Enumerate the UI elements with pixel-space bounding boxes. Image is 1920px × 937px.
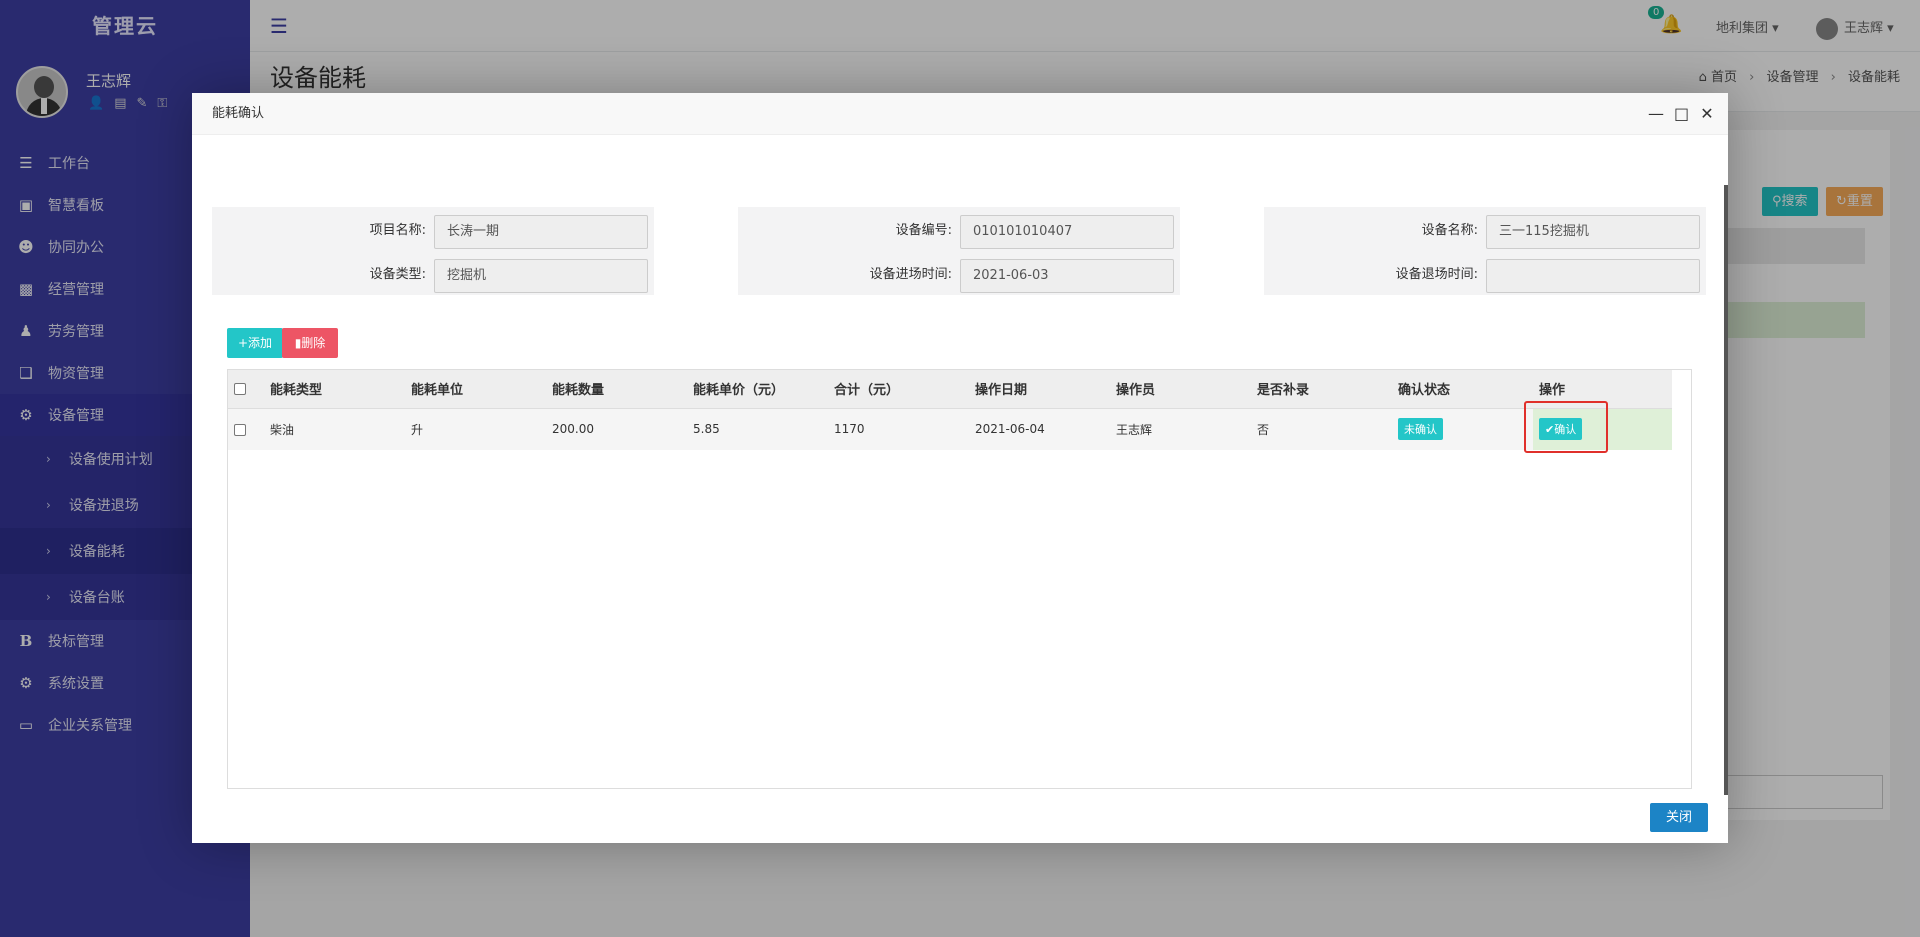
column-header[interactable]: 能耗单价（元） bbox=[687, 370, 828, 409]
cell-price: 5.85 bbox=[693, 422, 720, 437]
minimize-icon[interactable]: — bbox=[1648, 93, 1664, 135]
dialog-scrollbar[interactable] bbox=[1724, 185, 1728, 795]
table-row[interactable]: 柴油 升 200.00 5.85 1170 2021-06-04 王志辉 否 未… bbox=[228, 408, 1672, 450]
cell-operator: 王志辉 bbox=[1116, 422, 1153, 437]
cell-unit: 升 bbox=[411, 422, 424, 437]
device-info-form: 项目名称: 长涛一期 设备类型: 挖掘机 设备编号: 010101010407 … bbox=[212, 207, 1706, 295]
device-name-label: 设备名称: bbox=[1421, 223, 1478, 238]
column-header[interactable]: 操作日期 bbox=[969, 370, 1110, 409]
device-type-field[interactable]: 挖掘机 bbox=[434, 259, 648, 293]
column-header[interactable]: 能耗数量 bbox=[546, 370, 687, 409]
device-code-field[interactable]: 010101010407 bbox=[960, 215, 1174, 249]
entry-time-field[interactable]: 2021-06-03 bbox=[960, 259, 1174, 293]
select-all-checkbox[interactable] bbox=[234, 382, 246, 395]
column-header[interactable]: 是否补录 bbox=[1251, 370, 1392, 409]
column-header[interactable]: 能耗类型 bbox=[264, 370, 405, 409]
exit-time-label: 设备退场时间: bbox=[1395, 267, 1478, 282]
device-code-label: 设备编号: bbox=[895, 223, 952, 238]
form-group-code: 设备编号: 010101010407 设备进场时间: 2021-06-03 bbox=[738, 207, 1180, 295]
form-group-name: 设备名称: 三一115挖掘机 设备退场时间: bbox=[1264, 207, 1706, 295]
column-header[interactable]: 合计（元） bbox=[828, 370, 969, 409]
cell-date: 2021-06-04 bbox=[975, 422, 1045, 437]
entry-time-label: 设备进场时间: bbox=[869, 267, 952, 282]
cell-type: 柴油 bbox=[270, 422, 295, 437]
dialog-title: 能耗确认 bbox=[212, 106, 265, 121]
form-group-project: 项目名称: 长涛一期 设备类型: 挖掘机 bbox=[212, 207, 654, 295]
status-badge: 未确认 bbox=[1398, 418, 1443, 441]
table-header-row: 能耗类型 能耗单位 能耗数量 能耗单价（元） 合计（元） 操作日期 操作员 是否… bbox=[228, 370, 1672, 409]
cell-qty: 200.00 bbox=[552, 422, 594, 437]
dialog-controls: — □ ✕ bbox=[1648, 93, 1714, 135]
project-name-label: 项目名称: bbox=[369, 223, 426, 238]
row-checkbox[interactable] bbox=[234, 423, 246, 436]
device-type-label: 设备类型: bbox=[369, 267, 426, 282]
add-button[interactable]: +添加 bbox=[227, 328, 283, 358]
column-header[interactable]: 确认状态 bbox=[1392, 370, 1533, 409]
close-button[interactable]: 关闭 bbox=[1650, 803, 1708, 832]
cell-total: 1170 bbox=[834, 422, 865, 437]
energy-confirm-dialog: 能耗确认 — □ ✕ 项目名称: 长涛一期 设备类型: 挖掘机 设备编号: 01… bbox=[192, 93, 1728, 843]
maximize-icon[interactable]: □ bbox=[1674, 93, 1689, 135]
energy-table-container[interactable]: 能耗类型 能耗单位 能耗数量 能耗单价（元） 合计（元） 操作日期 操作员 是否… bbox=[227, 369, 1692, 789]
column-header[interactable]: 操作员 bbox=[1110, 370, 1251, 409]
energy-table: 能耗类型 能耗单位 能耗数量 能耗单价（元） 合计（元） 操作日期 操作员 是否… bbox=[228, 370, 1672, 450]
cell-supplement: 否 bbox=[1257, 422, 1270, 437]
delete-button[interactable]: ▮删除 bbox=[282, 328, 338, 358]
project-name-field[interactable]: 长涛一期 bbox=[434, 215, 648, 249]
exit-time-field[interactable] bbox=[1486, 259, 1700, 293]
close-icon[interactable]: ✕ bbox=[1700, 93, 1714, 135]
highlight-box bbox=[1524, 401, 1608, 453]
dialog-header: 能耗确认 — □ ✕ bbox=[192, 93, 1728, 135]
column-header[interactable]: 能耗单位 bbox=[405, 370, 546, 409]
device-name-field[interactable]: 三一115挖掘机 bbox=[1486, 215, 1700, 249]
